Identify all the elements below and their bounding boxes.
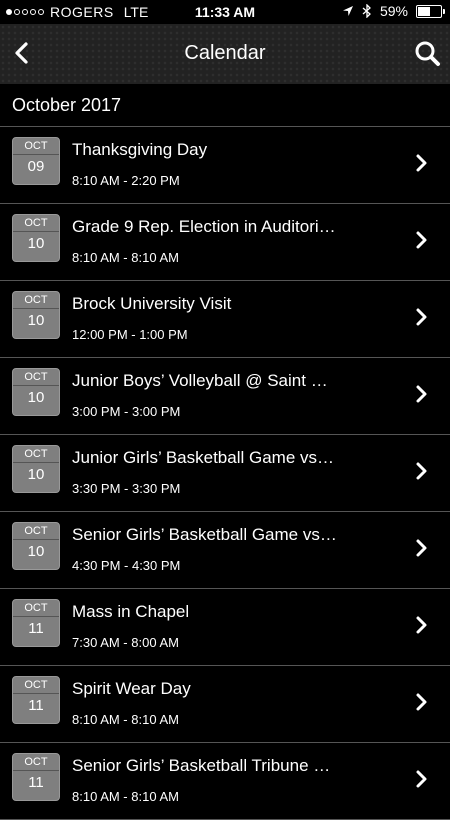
date-badge: OCT 11 [12, 599, 60, 647]
date-badge: OCT 10 [12, 214, 60, 262]
event-time: 8:10 AM - 8:10 AM [72, 250, 179, 265]
chevron-right-icon [416, 385, 427, 403]
badge-month: OCT [24, 217, 48, 229]
event-title: Thanksgiving Day [72, 140, 208, 159]
status-bar: ROGERS LTE 11:33 AM 59% [0, 0, 450, 24]
battery-percentage: 59% [379, 3, 408, 19]
event-title: Mass in Chapel [72, 602, 190, 621]
event-title: Senior Girls’ Basketball Game vs… [72, 525, 337, 544]
event-row[interactable]: OCT 11 Spirit Wear Day 8:10 AM - 8:10 AM [0, 666, 450, 743]
event-title: Junior Girls’ Basketball Game vs… [72, 448, 335, 467]
date-badge: OCT 10 [12, 445, 60, 493]
badge-day: 11 [28, 620, 44, 637]
badge-month: OCT [24, 140, 48, 152]
event-row[interactable]: OCT 11 Mass in Chapel 7:30 AM - 8:00 AM [0, 589, 450, 666]
chevron-right-icon [416, 154, 427, 172]
event-row[interactable]: OCT 10 Senior Girls’ Basketball Game vs…… [0, 512, 450, 589]
event-time: 8:10 AM - 8:10 AM [72, 789, 179, 804]
badge-day: 10 [27, 235, 45, 252]
event-title: Brock University Visit [72, 294, 232, 313]
badge-day: 10 [27, 389, 45, 406]
chevron-right-icon [416, 693, 427, 711]
badge-day: 10 [27, 312, 45, 329]
date-badge: OCT 11 [12, 753, 60, 801]
badge-day: 11 [28, 697, 44, 714]
chevron-right-icon [416, 539, 427, 557]
chevron-right-icon [416, 616, 427, 634]
event-time: 8:10 AM - 8:10 AM [72, 712, 179, 727]
date-badge: OCT 10 [12, 291, 60, 339]
page-title: Calendar [184, 42, 266, 64]
event-time: 4:30 PM - 4:30 PM [72, 558, 181, 573]
badge-day: 11 [28, 774, 44, 791]
event-list: OCT 09 Thanksgiving Day 8:10 AM - 2:20 P… [0, 127, 450, 820]
badge-divider [13, 539, 59, 540]
event-row[interactable]: OCT 10 Brock University Visit 12:00 PM -… [0, 281, 450, 358]
event-time: 12:00 PM - 1:00 PM [72, 327, 188, 342]
battery-fill [418, 6, 430, 16]
badge-divider [13, 308, 59, 309]
event-row[interactable]: OCT 11 Senior Girls’ Basketball Tribune … [0, 743, 450, 820]
event-row[interactable]: OCT 10 Grade 9 Rep. Election in Auditori… [0, 204, 450, 281]
chevron-right-icon [416, 770, 427, 788]
battery-icon [416, 4, 445, 18]
chevron-right-icon [416, 308, 427, 326]
month-section-header: October 2017 [0, 84, 450, 127]
battery-tip [443, 8, 445, 14]
badge-divider [13, 693, 59, 694]
search-button[interactable] [412, 38, 444, 70]
badge-month: OCT [24, 448, 48, 460]
badge-divider [13, 462, 59, 463]
search-icon [415, 41, 440, 66]
chevron-right-icon [416, 231, 427, 249]
badge-month: OCT [24, 756, 48, 768]
badge-month: OCT [24, 525, 48, 537]
event-time: 3:30 PM - 3:30 PM [72, 481, 181, 496]
event-title: Spirit Wear Day [72, 679, 191, 698]
badge-divider [13, 770, 59, 771]
badge-day: 09 [27, 158, 45, 175]
event-time: 8:10 AM - 2:20 PM [72, 173, 180, 188]
badge-month: OCT [24, 602, 48, 614]
event-title: Junior Boys’ Volleyball @ Saint … [72, 371, 328, 390]
location-arrow-icon [342, 6, 353, 16]
date-badge: OCT 09 [12, 137, 60, 185]
badge-month: OCT [24, 371, 48, 383]
date-badge: OCT 11 [12, 676, 60, 724]
date-badge: OCT 10 [12, 368, 60, 416]
event-time: 3:00 PM - 3:00 PM [72, 404, 181, 419]
event-time: 7:30 AM - 8:00 AM [72, 635, 179, 650]
event-title: Grade 9 Rep. Election in Auditori… [72, 217, 336, 236]
badge-month: OCT [24, 294, 48, 306]
date-badge: OCT 10 [12, 522, 60, 570]
event-row[interactable]: OCT 10 Junior Boys’ Volleyball @ Saint …… [0, 358, 450, 435]
chevron-right-icon [416, 462, 427, 480]
event-row[interactable]: OCT 09 Thanksgiving Day 8:10 AM - 2:20 P… [0, 127, 450, 204]
event-title: Senior Girls’ Basketball Tribune … [72, 756, 331, 775]
badge-day: 10 [27, 466, 45, 483]
badge-divider [13, 616, 59, 617]
badge-divider [13, 154, 59, 155]
badge-day: 10 [27, 543, 45, 560]
event-row[interactable]: OCT 10 Junior Girls’ Basketball Game vs…… [0, 435, 450, 512]
badge-divider [13, 231, 59, 232]
navigation-bar: Calendar [0, 24, 450, 84]
badge-month: OCT [24, 679, 48, 691]
status-right: 59% [342, 3, 445, 19]
badge-divider [13, 385, 59, 386]
month-title: October 2017 [12, 95, 122, 115]
bluetooth-icon [362, 4, 371, 18]
